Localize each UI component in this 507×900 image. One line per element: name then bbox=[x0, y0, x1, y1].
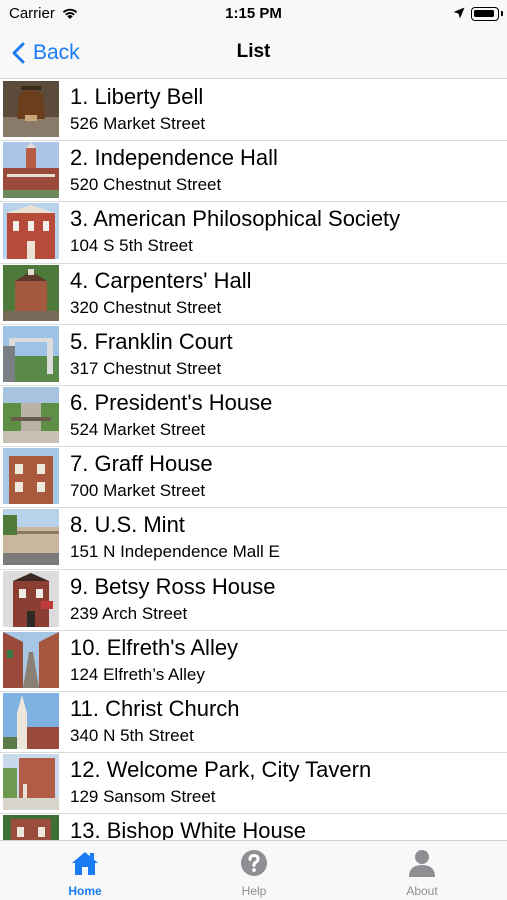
welcome-park-thumbnail bbox=[3, 754, 59, 811]
presidents-house-thumbnail bbox=[3, 386, 59, 443]
tab-bar: Home Help About bbox=[0, 840, 507, 900]
independence-hall-thumbnail bbox=[3, 142, 59, 199]
status-bar: Carrier 1:15 PM bbox=[0, 0, 507, 28]
list-item[interactable]: 5. Franklin Court 317 Chestnut Street bbox=[0, 325, 507, 386]
navigation-bar: Back List bbox=[0, 28, 507, 79]
home-icon bbox=[72, 852, 98, 875]
site-address: 320 Chestnut Street bbox=[70, 297, 222, 317]
site-address: 700 Market Street bbox=[70, 481, 206, 501]
help-icon bbox=[241, 850, 267, 876]
american-philosophical-society-thumbnail bbox=[3, 203, 59, 260]
site-title: 10. Elfreth's Alley bbox=[70, 634, 239, 660]
page-title: List bbox=[236, 41, 271, 62]
franklin-court-thumbnail bbox=[3, 325, 59, 382]
list-item[interactable]: 9. Betsy Ross House 239 Arch Street bbox=[0, 570, 507, 631]
site-address: 239 Arch Street bbox=[70, 603, 188, 623]
tab-about[interactable]: About bbox=[377, 841, 467, 900]
site-title: 4. Carpenters' Hall bbox=[70, 267, 252, 293]
site-title: 9. Betsy Ross House bbox=[70, 573, 276, 599]
site-address: 129 Sansom Street bbox=[70, 787, 216, 807]
site-title: 12. Welcome Park, City Tavern bbox=[70, 757, 372, 783]
site-address: 526 Market Street bbox=[70, 114, 206, 133]
list-item[interactable]: 13. Bishop White House bbox=[0, 814, 507, 840]
location-arrow-icon bbox=[453, 7, 465, 19]
battery-icon bbox=[471, 7, 503, 21]
site-title: 7. Graff House bbox=[70, 451, 213, 477]
tab-help-label: Help bbox=[241, 884, 267, 898]
us-mint-thumbnail bbox=[3, 509, 59, 566]
site-title: 1. Liberty Bell bbox=[70, 84, 204, 109]
site-title: 3. American Philosophical Society bbox=[70, 206, 401, 232]
list-item[interactable]: 8. U.S. Mint 151 N Independence Mall E bbox=[0, 508, 507, 570]
list-item[interactable]: 4. Carpenters' Hall 320 Chestnut Street bbox=[0, 264, 507, 325]
betsy-ross-house-thumbnail bbox=[3, 570, 59, 627]
site-title: 2. Independence Hall bbox=[70, 145, 278, 171]
carpenters-hall-thumbnail bbox=[3, 264, 59, 321]
site-address: 524 Market Street bbox=[70, 419, 206, 439]
site-address: 317 Chestnut Street bbox=[70, 358, 222, 378]
status-time: 1:15 PM bbox=[225, 5, 282, 22]
site-title: 5. Franklin Court bbox=[70, 328, 233, 354]
graff-house-thumbnail bbox=[3, 448, 59, 505]
list-item[interactable]: 11. Christ Church 340 N 5th Street bbox=[0, 692, 507, 754]
site-title: 11. Christ Church bbox=[70, 695, 240, 721]
list-item[interactable]: 7. Graff House 700 Market Street bbox=[0, 447, 507, 509]
site-address: 520 Chestnut Street bbox=[70, 175, 222, 195]
list-item[interactable]: 12. Welcome Park, City Tavern 129 Sansom… bbox=[0, 753, 507, 815]
site-address: 151 N Independence Mall E bbox=[70, 542, 280, 562]
site-address: 124 Elfreth’s Alley bbox=[70, 664, 205, 684]
person-icon bbox=[409, 850, 435, 877]
list-item[interactable]: 3. American Philosophical Society 104 S … bbox=[0, 202, 507, 264]
list-item[interactable]: 10. Elfreth's Alley 124 Elfreth’s Alley bbox=[0, 631, 507, 692]
tab-about-label: About bbox=[406, 884, 438, 898]
site-address: 340 N 5th Street bbox=[70, 725, 194, 745]
site-address: 104 S 5th Street bbox=[70, 236, 193, 256]
tab-help[interactable]: Help bbox=[209, 841, 299, 900]
tab-home[interactable]: Home bbox=[40, 841, 130, 900]
list-item[interactable]: 1. Liberty Bell 526 Market Street bbox=[0, 80, 507, 142]
elfreths-alley-thumbnail bbox=[3, 631, 59, 688]
liberty-bell-thumbnail bbox=[3, 81, 59, 137]
site-title: 13. Bishop White House bbox=[70, 818, 307, 840]
christ-church-thumbnail bbox=[3, 692, 59, 749]
tab-home-label: Home bbox=[68, 884, 102, 898]
sites-list[interactable]: 1. Liberty Bell 526 Market Street 2. Ind… bbox=[0, 80, 507, 840]
list-item[interactable]: 6. President's House 524 Market Street bbox=[0, 386, 507, 448]
list-item[interactable]: 2. Independence Hall 520 Chestnut Street bbox=[0, 141, 507, 203]
site-title: 8. U.S. Mint bbox=[70, 512, 185, 538]
site-title: 6. President's House bbox=[70, 389, 273, 415]
bishop-white-house-thumbnail bbox=[3, 815, 59, 840]
